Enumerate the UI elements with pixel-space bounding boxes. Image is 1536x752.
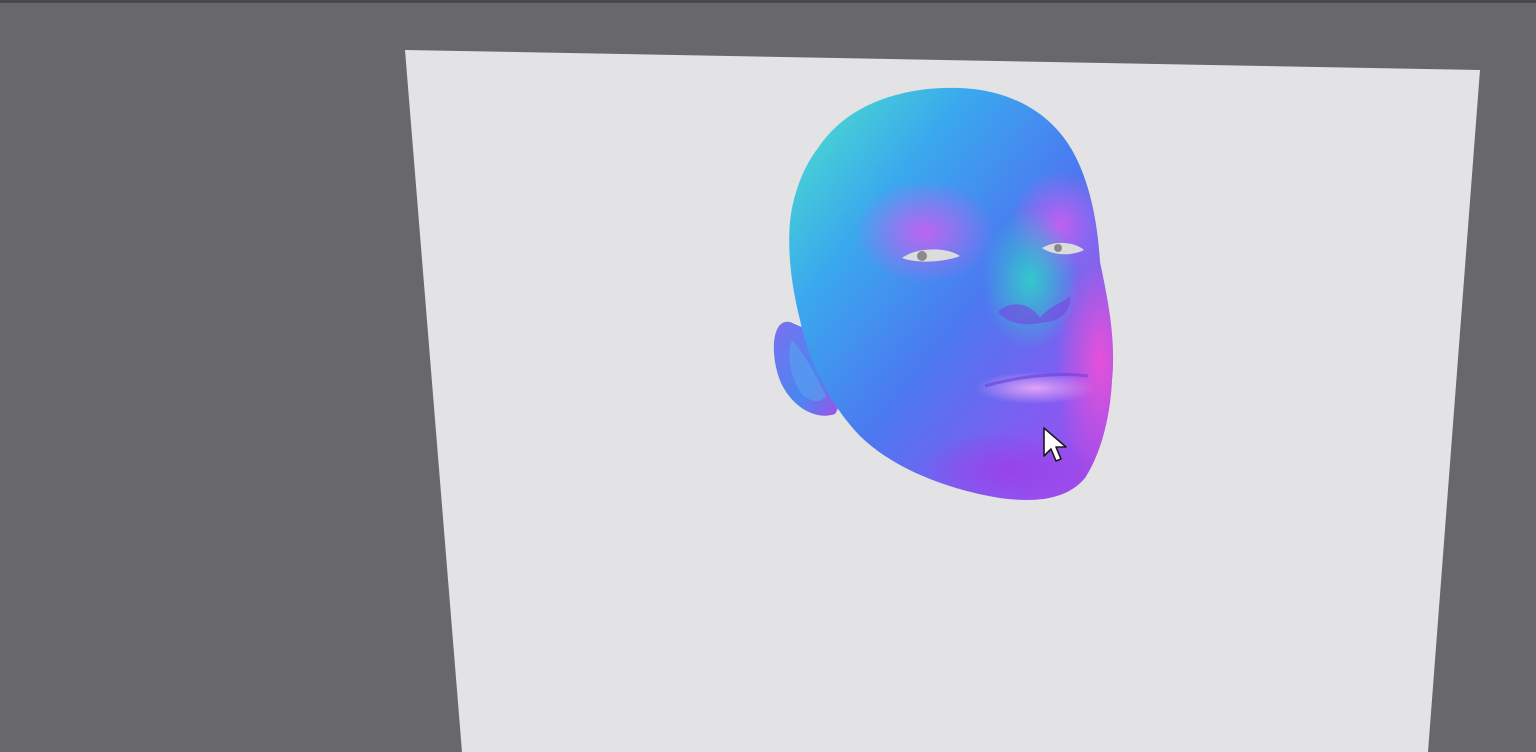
- 3d-viewport[interactable]: [0, 0, 1536, 752]
- viewport-scene[interactable]: [0, 0, 1536, 752]
